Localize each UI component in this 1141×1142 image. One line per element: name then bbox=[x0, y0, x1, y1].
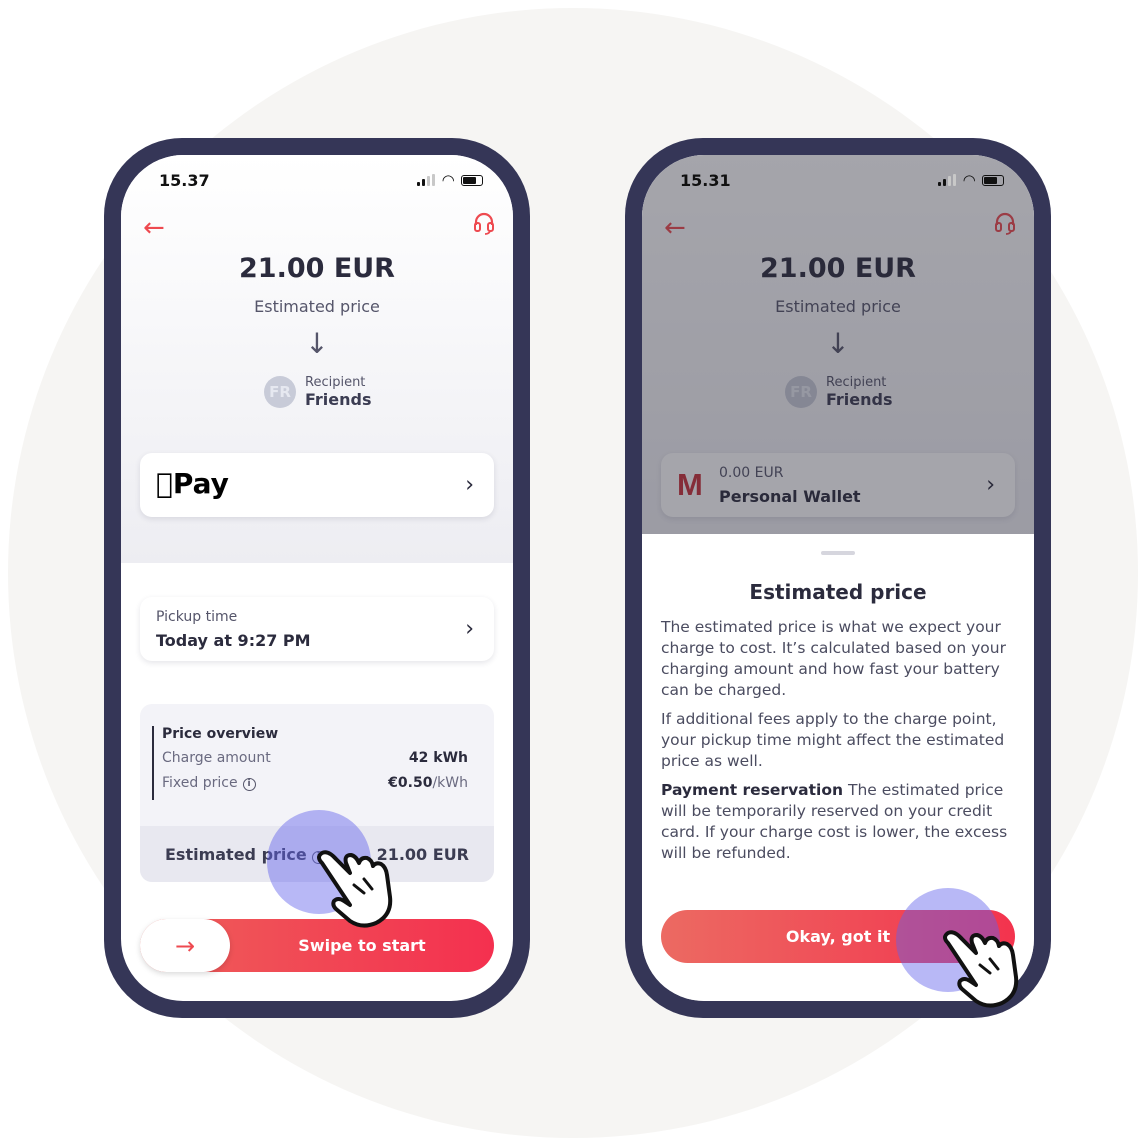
status-bar: 15.31 ◠ bbox=[680, 165, 1004, 195]
chevron-right-icon: › bbox=[465, 616, 474, 642]
recipient-avatar: FR bbox=[264, 376, 296, 408]
recipient: FR Recipient Friends bbox=[264, 375, 372, 409]
sheet-paragraph-3: Payment reservation The estimated price … bbox=[661, 781, 1008, 862]
fixed-price-row: Fixed price i €0.50/kWh bbox=[162, 775, 468, 791]
wifi-icon: ◠ bbox=[442, 170, 454, 189]
estimated-price-info-screen: 15.31 ◠ ← 21.00 EUR Estimated price ↓ FR… bbox=[642, 155, 1034, 1001]
recipient-name: Friends bbox=[305, 390, 372, 409]
status-time: 15.31 bbox=[680, 170, 731, 190]
pointing-hand-icon bbox=[317, 850, 393, 928]
arrow-down-icon: ↓ bbox=[305, 327, 329, 360]
recipient-label: Recipient bbox=[305, 375, 366, 390]
charge-amount-row: Charge amount 42 kWh bbox=[162, 750, 468, 766]
wifi-icon: ◠ bbox=[963, 170, 975, 189]
pickup-label: Pickup time bbox=[156, 609, 238, 625]
swipe-handle[interactable]: → bbox=[140, 919, 230, 972]
signal-icon bbox=[417, 174, 436, 186]
apple-pay-logo: Pay bbox=[156, 467, 229, 500]
estimated-amount-label: Estimated price bbox=[254, 297, 380, 316]
back-arrow-icon[interactable]: ← bbox=[143, 213, 165, 243]
sheet-paragraph-1: The estimated price is what we expect yo… bbox=[661, 618, 1006, 699]
price-overview-title: Price overview bbox=[162, 726, 279, 742]
info-icon[interactable]: i bbox=[242, 778, 256, 791]
status-time: 15.37 bbox=[159, 170, 210, 190]
support-headset-icon[interactable] bbox=[473, 211, 495, 235]
sheet-body: The estimated price is what we expect yo… bbox=[661, 617, 1015, 872]
apple-icon:  bbox=[156, 467, 173, 500]
arrow-right-icon: → bbox=[174, 931, 196, 960]
phone-right: 15.31 ◠ ← 21.00 EUR Estimated price ↓ FR… bbox=[625, 138, 1051, 1018]
sheet-title: Estimated price bbox=[749, 580, 927, 604]
pickup-time-card[interactable]: Pickup time Today at 9:27 PM › bbox=[140, 597, 494, 661]
pickup-value: Today at 9:27 PM bbox=[156, 631, 311, 650]
battery-icon bbox=[461, 174, 483, 186]
chevron-right-icon: › bbox=[465, 472, 474, 498]
estimated-amount: 21.00 EUR bbox=[239, 253, 395, 284]
payment-method-card[interactable]: Pay › bbox=[140, 453, 494, 517]
sheet-paragraph-2: If additional fees apply to the charge p… bbox=[661, 710, 1005, 770]
status-bar: 15.37 ◠ bbox=[159, 165, 483, 195]
pointing-hand-icon bbox=[943, 930, 1019, 1008]
battery-icon bbox=[982, 174, 1004, 186]
sheet-drag-handle[interactable] bbox=[821, 551, 855, 555]
price-overview: Price overview Charge amount 42 kWh Fixe… bbox=[152, 726, 468, 800]
signal-icon bbox=[938, 174, 957, 186]
